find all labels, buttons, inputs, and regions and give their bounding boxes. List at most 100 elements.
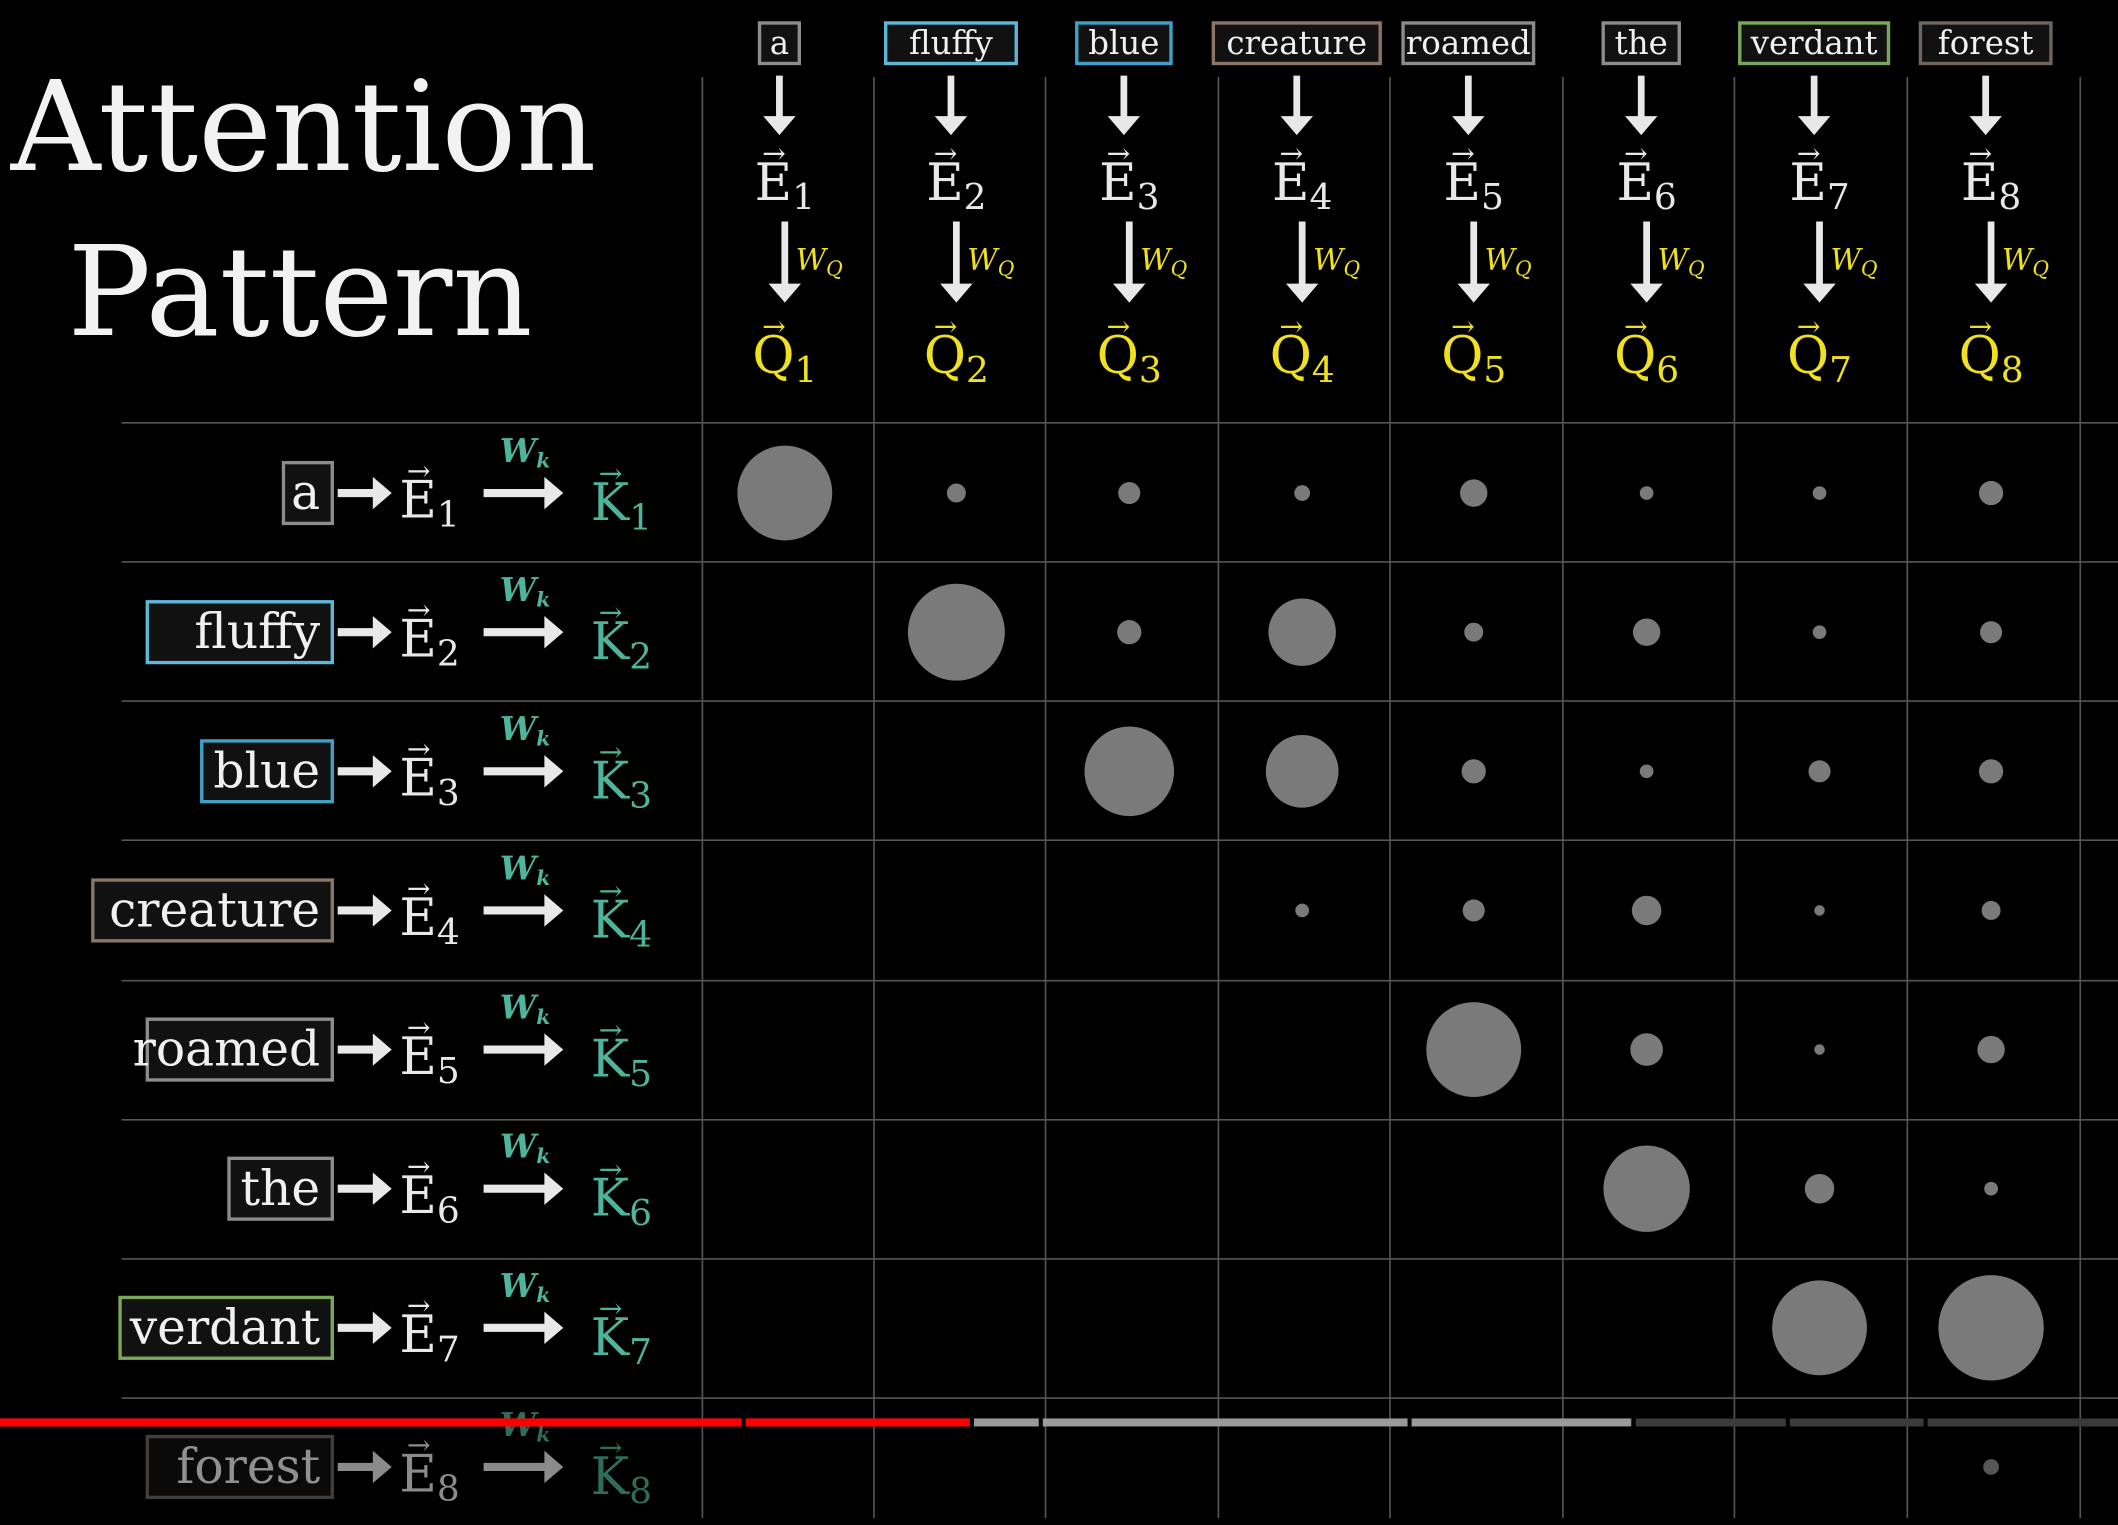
embedding-vector-vector-arrow: → — [1107, 137, 1131, 170]
chapter-divider — [1785, 1418, 1790, 1427]
word-label: creature — [1226, 24, 1367, 62]
attention-dot-r1-c7 — [1812, 486, 1827, 500]
query-column-8: forestE8→WQQ8→ — [1918, 21, 2053, 391]
attention-dot-r1-c4 — [1294, 485, 1311, 501]
row-word-token: creature — [91, 878, 334, 943]
key-row-4: creature E4→WkK4→ — [91, 849, 652, 956]
query-projection-arrow-head — [768, 283, 802, 303]
embedding-vector-vector-arrow: → — [407, 454, 431, 487]
query-vector-vector-arrow: → — [1797, 310, 1821, 343]
embed-arrow-head — [1452, 116, 1485, 136]
key-matrix-label: Wk — [500, 989, 550, 1029]
embed-arrow-head — [372, 755, 392, 788]
key-row-3: blue E3→WkK3→ — [200, 710, 652, 817]
key-projection-arrow-head — [544, 894, 564, 927]
chapter-divider — [1407, 1418, 1412, 1427]
query-matrix-label: WQ — [2002, 243, 2049, 280]
attention-dot-r3-c5 — [1461, 759, 1486, 784]
column-word-token: creature — [1211, 21, 1382, 66]
query-matrix-label: WQ — [967, 243, 1014, 280]
embedding-vector-vector-arrow: → — [407, 733, 431, 766]
attention-dot-r7-c7 — [1772, 1280, 1867, 1376]
embedding-vector-vector-arrow: → — [1451, 137, 1475, 170]
key-row-6: the E6→WkK6→ — [227, 1128, 652, 1234]
embedding-vector-vector-arrow: → — [407, 1289, 431, 1322]
key-projection-arrow-head — [544, 476, 564, 510]
attention-dot-r3-c7 — [1808, 760, 1831, 783]
chapter-divider — [1631, 1418, 1636, 1427]
query-column-4: creatureE4→WQQ4→ — [1211, 21, 1382, 391]
query-vector-vector-arrow: → — [762, 310, 786, 343]
progress-played[interactable] — [0, 1418, 971, 1427]
attention-dot-r2-c7 — [1812, 625, 1827, 640]
query-matrix-label: WQ — [796, 243, 843, 280]
embedding-vector-vector-arrow: → — [407, 1428, 431, 1461]
query-column-7: verdantE7→WQQ7→ — [1738, 21, 1891, 391]
video-frame: Attention Pattern a E1 → WQ Q1 → fluffy E2 → WQ Q2… — [0, 0, 2118, 1519]
query-vector-vector-arrow: → — [1624, 310, 1648, 343]
embed-arrow-head — [372, 476, 392, 510]
word-label: verdant — [129, 1300, 321, 1356]
embed-arrow-head — [1107, 116, 1141, 136]
attention-dot-r3-c4 — [1265, 734, 1339, 808]
attention-dot-r3-c6 — [1639, 764, 1654, 779]
attention-dot-r6-c8 — [1984, 1181, 1998, 1196]
attention-pattern-diagram: Attention Pattern aE1→WQQ1→fluffyE2→WQQ2… — [10, 21, 2118, 1519]
key-vector-vector-arrow: → — [599, 1431, 623, 1464]
word-label: blue — [1088, 24, 1159, 62]
row-word-token: fluffy — [145, 600, 334, 665]
column-word-token: blue — [1075, 21, 1173, 66]
embed-arrow-head — [1280, 116, 1313, 136]
attention-dot-r4-c7 — [1814, 905, 1825, 916]
attention-dot-r4-c4 — [1295, 903, 1310, 918]
key-vector-vector-arrow: → — [599, 1292, 623, 1325]
query-column-3: blueE3→WQQ3→ — [1075, 21, 1187, 391]
embedding-vector-vector-arrow: → — [1280, 137, 1304, 170]
attention-dot-r5-c6 — [1630, 1033, 1663, 1066]
attention-dot-r1-c2 — [946, 483, 966, 503]
query-column-5: roamedE5→WQQ5→ — [1401, 21, 1536, 391]
embedding-vector-vector-arrow: → — [1624, 137, 1648, 170]
query-matrix-label: WQ — [1485, 243, 1532, 280]
key-vector-vector-arrow: → — [599, 874, 623, 907]
video-progress-bar[interactable] — [0, 1418, 2118, 1427]
row-word-token: the — [227, 1156, 334, 1221]
key-vector-vector-arrow: → — [599, 457, 623, 490]
key-projection-arrow-head — [544, 615, 564, 649]
query-vector-vector-arrow: → — [1107, 310, 1131, 343]
word-label: a — [770, 24, 789, 62]
attention-dot-r4-c5 — [1462, 899, 1485, 922]
attention-dot-r1-c3 — [1118, 481, 1141, 505]
query-projection-arrow-head — [1803, 283, 1836, 303]
attention-dot-r1-c5 — [1460, 479, 1488, 507]
query-matrix-label: WQ — [1313, 243, 1360, 280]
embed-arrow-head — [763, 116, 796, 136]
embedding-vector-vector-arrow: → — [407, 1150, 431, 1183]
attention-dot-r4-c8 — [1981, 900, 2001, 920]
key-projection-arrow-head — [544, 1172, 564, 1205]
attention-dot-r2-c4 — [1268, 598, 1336, 666]
key-matrix-label: Wk — [500, 849, 550, 889]
query-column-2: fluffyE2→WQQ2→ — [884, 21, 1018, 391]
chapter-divider — [1038, 1418, 1043, 1427]
key-matrix-label: Wk — [500, 1128, 550, 1168]
query-vector-vector-arrow: → — [1451, 310, 1475, 343]
key-projection-arrow-head — [544, 1311, 564, 1345]
embedding-vector-vector-arrow: → — [1797, 137, 1821, 170]
embed-arrow-head — [372, 615, 392, 649]
attention-dot-r5-c7 — [1814, 1044, 1825, 1055]
key-vector-vector-arrow: → — [599, 1153, 623, 1186]
embedding-vector-vector-arrow: → — [934, 137, 958, 170]
word-label: forest — [1938, 24, 2034, 62]
query-projection-arrow-head — [1974, 283, 2008, 303]
word-label: verdant — [1750, 24, 1878, 62]
key-projection-arrow-head — [544, 755, 564, 788]
embed-arrow-head — [1969, 116, 2002, 136]
word-label: the — [1615, 24, 1668, 62]
attention-dot-r7-c8 — [1938, 1275, 2044, 1381]
column-word-token: verdant — [1738, 21, 1891, 66]
key-row-5: roamed E5→WkK5→ — [133, 989, 652, 1095]
word-label: the — [241, 1161, 321, 1217]
attention-dot-r3-c8 — [1978, 759, 2004, 784]
query-projection-arrow-head — [1457, 283, 1490, 303]
